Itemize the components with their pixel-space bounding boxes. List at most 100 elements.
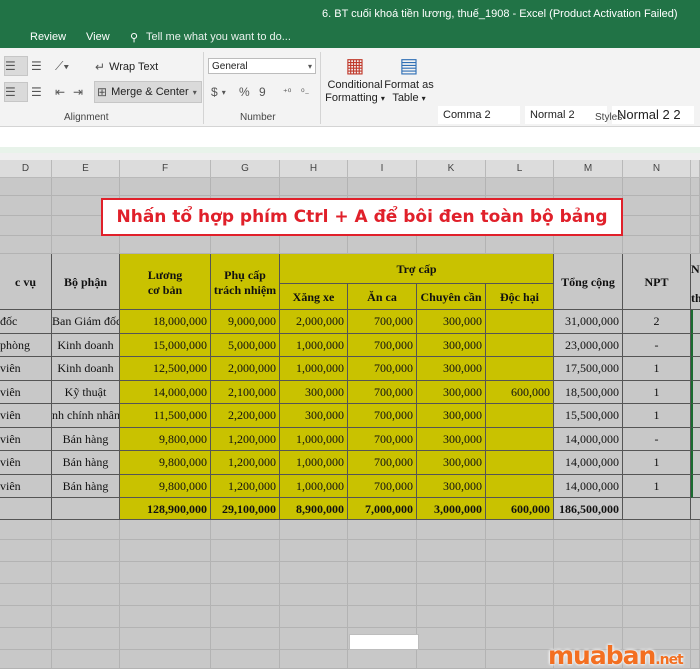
table-row-1-col-1[interactable]: Kinh doanh	[52, 333, 120, 357]
table-row-7-col-0[interactable]: viên	[0, 474, 52, 498]
table-row-edge[interactable]	[691, 357, 700, 381]
column-header-f[interactable]: F	[120, 160, 211, 178]
totals-col-9[interactable]	[623, 498, 691, 520]
table-row-5-col-1[interactable]: Bán hàng	[52, 427, 120, 451]
table-row-0-col-0[interactable]: đốc	[0, 310, 52, 334]
table-row-1-col-6[interactable]: 300,000	[417, 333, 486, 357]
table-row-7-col-1[interactable]: Bán hàng	[52, 474, 120, 498]
table-row-7-col-8[interactable]: 14,000,000	[554, 474, 623, 498]
table-row-7-col-9[interactable]: 1	[623, 474, 691, 498]
tab-review[interactable]: Review	[30, 31, 66, 43]
header-sub-2[interactable]: Chuyên cần	[417, 284, 486, 310]
format-as-table-button[interactable]: ▤ Format as Table ▾	[384, 52, 434, 110]
table-row-4-col-1[interactable]: nh chính nhân	[52, 404, 120, 428]
table-row-3-col-9[interactable]: 1	[623, 380, 691, 404]
table-row-edge[interactable]	[691, 404, 700, 428]
table-row-2-col-0[interactable]: viên	[0, 357, 52, 381]
table-row-3-col-1[interactable]: Kỹ thuật	[52, 380, 120, 404]
table-row-1-col-5[interactable]: 700,000	[348, 333, 417, 357]
table-row-edge[interactable]	[691, 310, 700, 334]
table-row-2-col-6[interactable]: 300,000	[417, 357, 486, 381]
formula-bar[interactable]	[0, 127, 700, 154]
header-luong-co-ban[interactable]: Lương cơ bản	[120, 254, 211, 310]
table-row-0-col-4[interactable]: 2,000,000	[280, 310, 348, 334]
table-row-0-col-2[interactable]: 18,000,000	[120, 310, 211, 334]
table-row-edge[interactable]	[691, 474, 700, 498]
table-row-6-col-4[interactable]: 1,000,000	[280, 451, 348, 475]
table-row-1-col-9[interactable]: -	[623, 333, 691, 357]
table-row-3-col-0[interactable]: viên	[0, 380, 52, 404]
table-row-0-col-9[interactable]: 2	[623, 310, 691, 334]
table-row-2-col-2[interactable]: 12,500,000	[120, 357, 211, 381]
totals-col-0[interactable]	[0, 498, 52, 520]
table-row-6-col-6[interactable]: 300,000	[417, 451, 486, 475]
table-row-3-col-6[interactable]: 300,000	[417, 380, 486, 404]
column-header-e[interactable]: E	[52, 160, 120, 178]
table-row-3-col-7[interactable]: 600,000	[486, 380, 554, 404]
table-row-1-col-2[interactable]: 15,000,000	[120, 333, 211, 357]
table-row-1-col-0[interactable]: phòng	[0, 333, 52, 357]
table-row-3-col-4[interactable]: 300,000	[280, 380, 348, 404]
table-row-4-col-6[interactable]: 300,000	[417, 404, 486, 428]
header-phu-cap[interactable]: Phụ cấp trách nhiệm	[211, 254, 280, 310]
table-row-6-col-5[interactable]: 700,000	[348, 451, 417, 475]
wrap-text-button[interactable]: ↵ Wrap Text	[94, 57, 159, 77]
table-row-edge[interactable]	[691, 451, 700, 475]
column-header-k[interactable]: K	[417, 160, 486, 178]
table-row-4-col-5[interactable]: 700,000	[348, 404, 417, 428]
tell-me-input[interactable]: Tell me what you want to do...	[146, 31, 291, 43]
totals-col-3[interactable]: 29,100,000	[211, 498, 280, 520]
header-sub-1[interactable]: Ăn ca	[348, 284, 417, 310]
table-row-5-col-9[interactable]: -	[623, 427, 691, 451]
table-row-6-col-8[interactable]: 14,000,000	[554, 451, 623, 475]
column-header-m[interactable]: M	[554, 160, 623, 178]
table-row-4-col-7[interactable]	[486, 404, 554, 428]
table-row-5-col-2[interactable]: 9,800,000	[120, 427, 211, 451]
header-npt[interactable]: NPT	[623, 254, 691, 310]
column-header-n[interactable]: N	[623, 160, 691, 178]
table-row-3-col-3[interactable]: 2,100,000	[211, 380, 280, 404]
totals-col-5[interactable]: 7,000,000	[348, 498, 417, 520]
align-left-top-button[interactable]: ☰	[4, 56, 28, 76]
table-row-2-col-8[interactable]: 17,500,000	[554, 357, 623, 381]
totals-col-8[interactable]: 186,500,000	[554, 498, 623, 520]
totals-col-7[interactable]: 600,000	[486, 498, 554, 520]
percent-button[interactable]: %	[238, 82, 251, 102]
table-row-4-col-8[interactable]: 15,500,000	[554, 404, 623, 428]
align-right-top-button[interactable]: ☰	[30, 56, 52, 76]
table-row-5-col-0[interactable]: viên	[0, 427, 52, 451]
tab-view[interactable]: View	[86, 31, 110, 43]
conditional-formatting-button[interactable]: ▦ Conditional Formatting ▾	[325, 52, 385, 110]
cell-style-comma-2[interactable]: Comma 2	[438, 106, 520, 124]
column-header[interactable]	[691, 160, 700, 178]
table-row-7-col-3[interactable]: 1,200,000	[211, 474, 280, 498]
table-row-7-col-6[interactable]: 300,000	[417, 474, 486, 498]
header-tro-cap[interactable]: Trợ cấp	[280, 254, 554, 284]
totals-edge[interactable]	[691, 498, 700, 520]
table-row-0-col-5[interactable]: 700,000	[348, 310, 417, 334]
number-format-select[interactable]: General ▾	[208, 58, 316, 74]
align-center-button[interactable]: ☰	[4, 82, 28, 102]
table-row-2-col-3[interactable]: 2,000,000	[211, 357, 280, 381]
column-header-l[interactable]: L	[486, 160, 554, 178]
header-edge[interactable]: Nth	[691, 254, 700, 310]
totals-col-2[interactable]: 128,900,000	[120, 498, 211, 520]
align-right-button[interactable]: ☰	[30, 82, 52, 102]
table-row-1-col-8[interactable]: 23,000,000	[554, 333, 623, 357]
table-row-3-col-2[interactable]: 14,000,000	[120, 380, 211, 404]
orientation-button[interactable]: ⟋▾	[54, 56, 84, 76]
merge-center-button[interactable]: ⊞ Merge & Center ▾	[94, 81, 202, 103]
totals-col-1[interactable]	[52, 498, 120, 520]
table-row-5-col-4[interactable]: 1,000,000	[280, 427, 348, 451]
decrease-decimal-button[interactable]: ⁰₋	[300, 82, 310, 102]
table-row-2-col-7[interactable]	[486, 357, 554, 381]
column-header-i[interactable]: I	[348, 160, 417, 178]
totals-col-4[interactable]: 8,900,000	[280, 498, 348, 520]
header-tong-cong[interactable]: Tổng cộng	[554, 254, 623, 310]
table-row-6-col-9[interactable]: 1	[623, 451, 691, 475]
table-row-5-col-5[interactable]: 700,000	[348, 427, 417, 451]
table-row-7-col-4[interactable]: 1,000,000	[280, 474, 348, 498]
increase-decimal-button[interactable]: ⁺⁰	[282, 82, 292, 102]
table-row-5-col-7[interactable]	[486, 427, 554, 451]
table-row-edge[interactable]	[691, 427, 700, 451]
